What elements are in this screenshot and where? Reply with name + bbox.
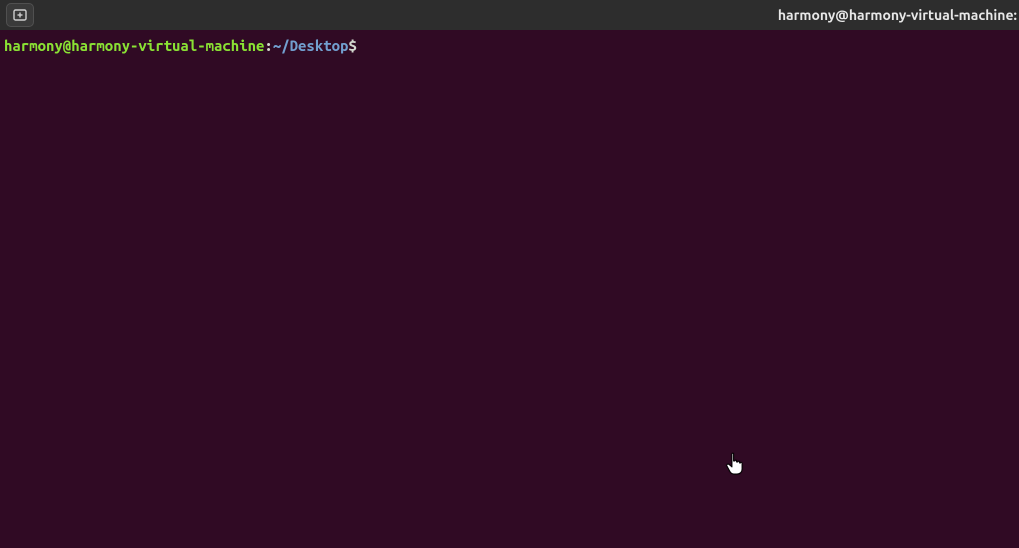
window-title: harmony@harmony-virtual-machine: <box>778 7 1017 23</box>
prompt-user-host: harmony@harmony-virtual-machine <box>4 36 264 56</box>
new-tab-button[interactable] <box>6 3 34 27</box>
prompt-symbol: $ <box>348 36 356 56</box>
hand-pointer-icon <box>725 452 745 476</box>
command-input[interactable] <box>357 36 1015 56</box>
terminal-area[interactable]: harmony@harmony-virtual-machine:~/Deskto… <box>0 30 1019 548</box>
new-tab-icon <box>12 7 28 23</box>
window-titlebar: harmony@harmony-virtual-machine: <box>0 0 1019 30</box>
prompt-path: ~/Desktop <box>273 36 349 56</box>
prompt-line: harmony@harmony-virtual-machine:~/Deskto… <box>4 36 1015 56</box>
titlebar-left <box>4 1 36 29</box>
mouse-cursor <box>725 452 745 481</box>
prompt-separator: : <box>264 36 272 56</box>
